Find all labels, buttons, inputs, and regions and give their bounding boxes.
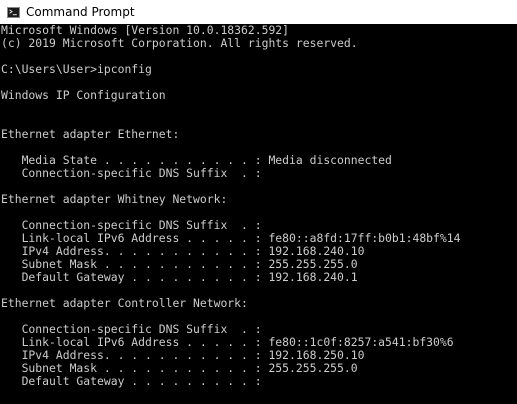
console-line: Default Gateway . . . . . . . . . : xyxy=(1,374,262,388)
console-output[interactable]: Microsoft Windows [Version 10.0.18362.59… xyxy=(0,24,517,404)
title-bar[interactable]: Command Prompt xyxy=(0,0,517,24)
console-line: Ethernet adapter Controller Network: xyxy=(1,296,248,310)
console-line: (c) 2019 Microsoft Corporation. All righ… xyxy=(1,36,358,50)
console-line: Ethernet adapter Whitney Network: xyxy=(1,192,228,206)
console-line: Ethernet adapter Ethernet: xyxy=(1,127,180,141)
cmd-icon xyxy=(7,6,20,18)
console-line: Windows IP Configuration xyxy=(1,88,166,102)
console-line: Default Gateway . . . . . . . . . : 192.… xyxy=(1,270,358,284)
window-title: Command Prompt xyxy=(26,5,135,19)
console-line: C:\Users\User>ipconfig xyxy=(1,62,152,76)
command-prompt-window: Command Prompt Microsoft Windows [Versio… xyxy=(0,0,517,404)
console-line: Connection-specific DNS Suffix . : xyxy=(1,166,262,180)
